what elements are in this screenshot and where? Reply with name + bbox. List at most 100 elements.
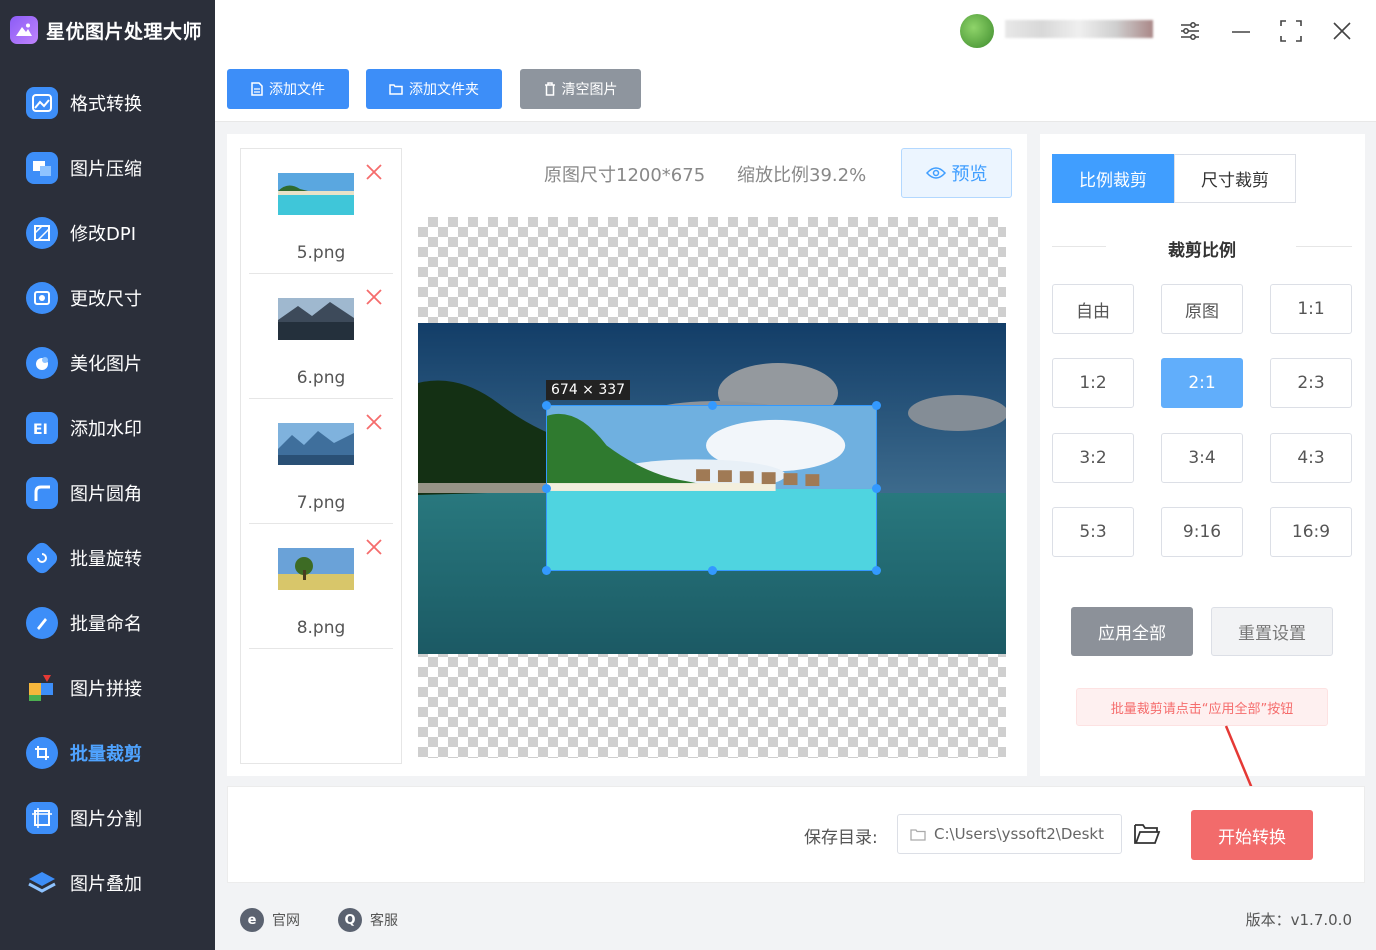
- title-bar: [215, 0, 1376, 62]
- file-icon: [251, 82, 263, 96]
- website-link[interactable]: e 官网: [240, 908, 300, 932]
- support-label: 客服: [370, 913, 398, 929]
- image-convert-icon: [26, 86, 58, 119]
- ratio-1-1-button[interactable]: 1:1: [1270, 284, 1352, 334]
- sidebar-item-round-corner[interactable]: 图片圆角: [0, 460, 215, 525]
- sidebar-item-batch-crop[interactable]: 批量裁剪: [0, 720, 215, 785]
- sidebar: 星优图片处理大师 格式转换 图片压缩 修改DPI 更改尺寸 美化图片 EI 添加…: [0, 0, 215, 950]
- version-text: 版本：v1.7.0.0: [1245, 911, 1352, 929]
- sidebar-item-watermark[interactable]: EI 添加水印: [0, 395, 215, 460]
- crop-canvas[interactable]: [418, 217, 1006, 758]
- ratio-title: 裁剪比例: [1168, 241, 1236, 261]
- crop-selection-image: [547, 406, 876, 570]
- crop-handle-bottom-right[interactable]: [872, 566, 881, 575]
- ratio-16-9-button[interactable]: 16:9: [1270, 507, 1352, 557]
- sidebar-item-puzzle[interactable]: 图片拼接: [0, 655, 215, 720]
- list-item[interactable]: 8.png: [249, 524, 393, 649]
- file-name: 5.png: [296, 243, 346, 263]
- rotate-icon: [23, 539, 61, 576]
- crop-handle-top-left[interactable]: [542, 401, 551, 410]
- sidebar-item-overlay[interactable]: 图片叠加: [0, 850, 215, 915]
- delete-icon[interactable]: [365, 538, 383, 556]
- sidebar-item-label: 图片压缩: [70, 158, 142, 180]
- thumbnail-mountains: [278, 423, 354, 465]
- sidebar-item-beautify[interactable]: 美化图片: [0, 330, 215, 395]
- add-folder-button[interactable]: 添加文件夹: [366, 69, 502, 109]
- crop-handle-left[interactable]: [542, 484, 551, 493]
- list-item[interactable]: 7.png: [249, 399, 393, 524]
- zoom-scale: 缩放比例39.2%: [737, 165, 867, 186]
- crop-handle-top-right[interactable]: [872, 401, 881, 410]
- ratio-3-2-button[interactable]: 3:2: [1052, 433, 1134, 483]
- ratio-9-16-button[interactable]: 9:16: [1161, 507, 1243, 557]
- crop-handle-bottom[interactable]: [708, 566, 717, 575]
- hint-message: 批量裁剪请点击“应用全部”按钮: [1076, 688, 1328, 726]
- sidebar-item-rename[interactable]: 批量命名: [0, 590, 215, 655]
- sidebar-item-label: 批量命名: [70, 613, 142, 635]
- list-item[interactable]: 5.png: [249, 149, 393, 274]
- ratio-free-button[interactable]: 自由: [1052, 284, 1134, 334]
- sidebar-item-label: 图片叠加: [70, 873, 142, 895]
- sidebar-item-format-convert[interactable]: 格式转换: [0, 70, 215, 135]
- sidebar-item-label: 修改DPI: [70, 223, 137, 245]
- sidebar-item-rotate[interactable]: 批量旋转: [0, 525, 215, 590]
- file-list[interactable]: 5.png 6.png 7.png 8.png: [240, 148, 402, 764]
- crop-handle-top[interactable]: [708, 401, 717, 410]
- ratio-2-3-button[interactable]: 2:3: [1270, 358, 1352, 408]
- ratio-5-3-button[interactable]: 5:3: [1052, 507, 1134, 557]
- sidebar-item-resize[interactable]: 更改尺寸: [0, 265, 215, 330]
- preview-button[interactable]: 预览: [901, 148, 1012, 198]
- avatar[interactable]: [960, 14, 994, 48]
- ratio-original-button[interactable]: 原图: [1161, 284, 1243, 334]
- sidebar-item-split[interactable]: 图片分割: [0, 785, 215, 850]
- clear-images-label: 清空图片: [561, 82, 618, 98]
- crop-handle-bottom-left[interactable]: [542, 566, 551, 575]
- crop-handle-right[interactable]: [872, 484, 881, 493]
- start-convert-button[interactable]: 开始转换: [1191, 810, 1313, 860]
- tab-size-crop[interactable]: 尺寸裁剪: [1174, 154, 1296, 203]
- trash-icon: [544, 82, 555, 96]
- sidebar-item-label: 批量旋转: [70, 548, 142, 570]
- clear-images-button[interactable]: 清空图片: [520, 69, 641, 109]
- open-folder-icon[interactable]: [1133, 821, 1161, 847]
- add-folder-label: 添加文件夹: [409, 82, 479, 98]
- reset-button[interactable]: 重置设置: [1211, 607, 1333, 656]
- delete-icon[interactable]: [365, 413, 383, 431]
- tab-ratio-crop[interactable]: 比例裁剪: [1052, 154, 1174, 203]
- thumbnail-lake: [278, 298, 354, 340]
- crop-selection[interactable]: [542, 401, 881, 575]
- add-file-button[interactable]: 添加文件: [227, 69, 349, 109]
- save-directory-label: 保存目录:: [804, 828, 878, 848]
- close-icon[interactable]: [1329, 18, 1355, 44]
- delete-icon[interactable]: [365, 288, 383, 306]
- sidebar-item-label: 批量裁剪: [70, 743, 142, 765]
- ratio-1-2-button[interactable]: 1:2: [1052, 358, 1134, 408]
- ratio-4-3-button[interactable]: 4:3: [1270, 433, 1352, 483]
- sidebar-item-label: 更改尺寸: [70, 288, 142, 310]
- username-redacted: [1005, 20, 1153, 38]
- delete-icon[interactable]: [365, 163, 383, 181]
- file-name: 6.png: [296, 368, 346, 388]
- app-logo-icon: [10, 16, 38, 44]
- save-path-input[interactable]: [934, 825, 1104, 843]
- watermark-icon: EI: [26, 411, 58, 444]
- save-path-field[interactable]: [897, 814, 1122, 854]
- ratio-3-4-button[interactable]: 3:4: [1161, 433, 1243, 483]
- add-file-label: 添加文件: [269, 82, 325, 98]
- minimize-icon[interactable]: [1228, 18, 1254, 44]
- list-item[interactable]: 6.png: [249, 274, 393, 399]
- compress-icon: [26, 151, 58, 184]
- folder-outline-icon: [910, 828, 926, 841]
- sidebar-item-compress[interactable]: 图片压缩: [0, 135, 215, 200]
- apply-all-button[interactable]: 应用全部: [1071, 607, 1193, 656]
- settings-sliders-icon[interactable]: [1177, 18, 1203, 44]
- support-link[interactable]: Q 客服: [338, 908, 398, 932]
- sidebar-nav: 格式转换 图片压缩 修改DPI 更改尺寸 美化图片 EI 添加水印 图片圆角 批…: [0, 70, 215, 915]
- sidebar-item-dpi[interactable]: 修改DPI: [0, 200, 215, 265]
- file-name: 7.png: [296, 493, 346, 513]
- crop-dimensions: 674 × 337: [546, 380, 631, 400]
- maximize-icon[interactable]: [1278, 18, 1304, 44]
- thumbnail-beach: [278, 173, 354, 215]
- ratio-2-1-button[interactable]: 2:1: [1161, 358, 1243, 408]
- folder-icon: [389, 84, 403, 95]
